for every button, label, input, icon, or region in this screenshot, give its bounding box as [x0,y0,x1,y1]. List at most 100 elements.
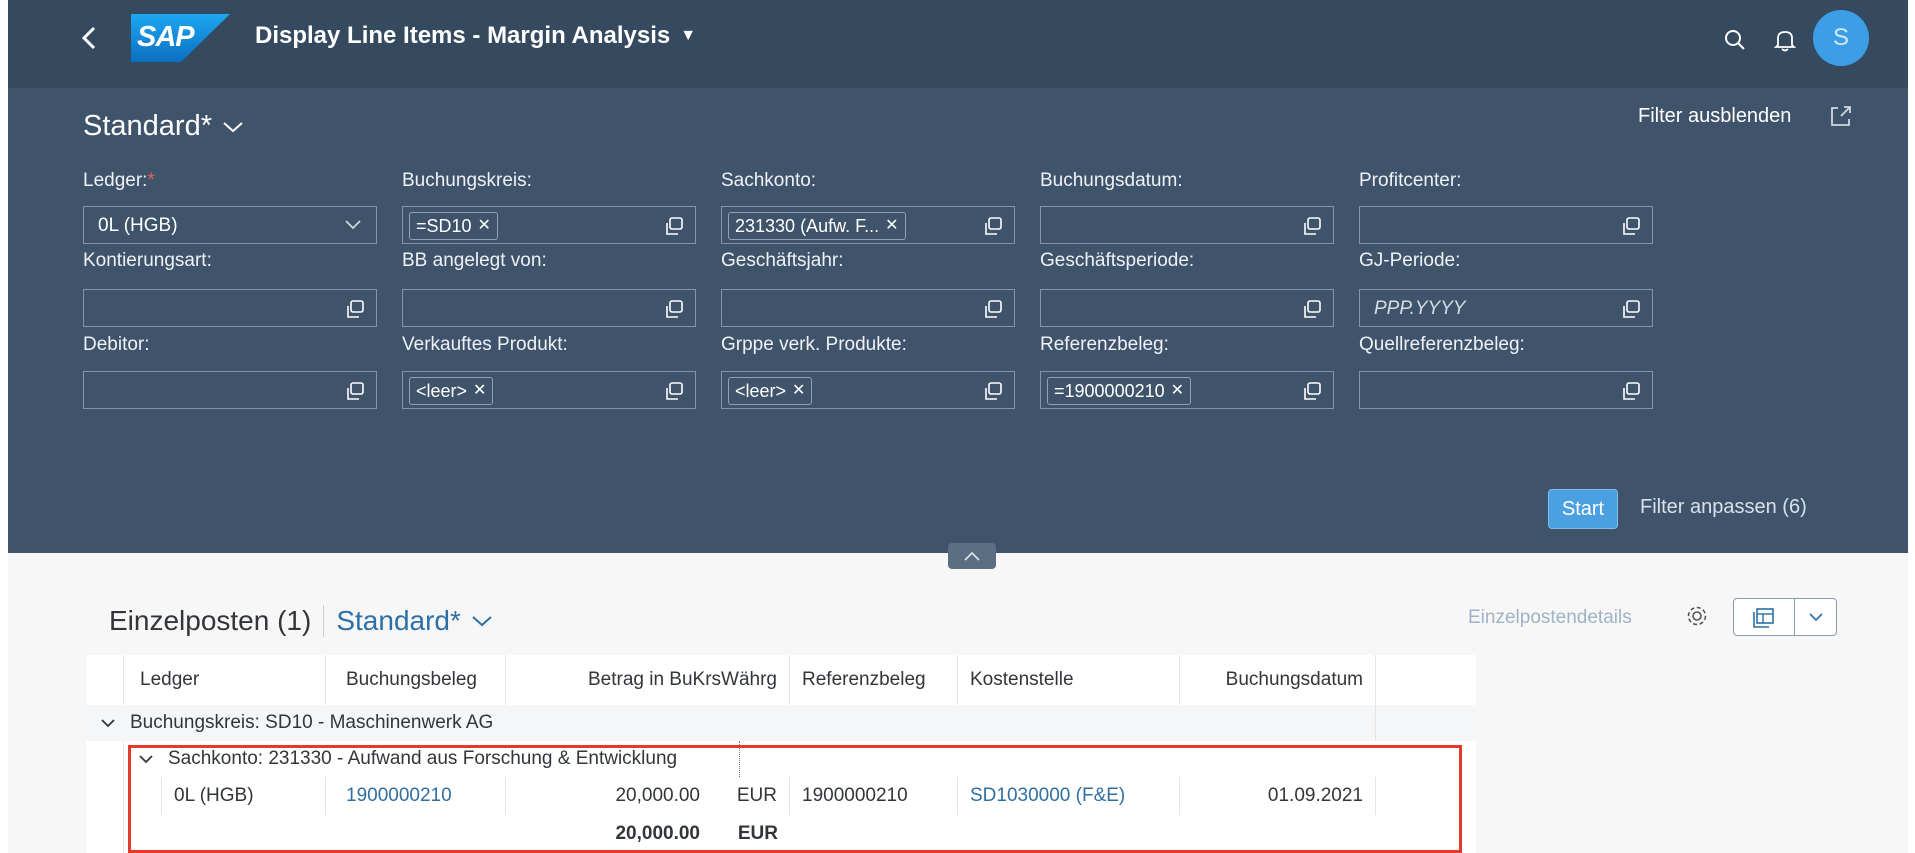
export-button[interactable] [1733,598,1837,636]
table-title: Einzelposten (1) [109,605,312,636]
grppe-verk-label: Grppe verk. Produkte: [721,334,907,355]
group-row-sachkonto[interactable]: Sachkonto: 231330 - Aufwand aus Forschun… [86,741,1476,778]
gj-periode-placeholder: PPP.YYYY [1374,298,1466,319]
verkauftes-produkt-label: Verkauftes Produkt: [402,334,568,355]
start-button[interactable]: Start [1548,489,1618,529]
debitor-input[interactable] [83,371,377,409]
ledger-value: 0L (HGB) [98,215,178,236]
value-help-icon[interactable] [663,380,685,402]
value-help-icon[interactable] [344,298,366,320]
sachkonto-input[interactable]: 231330 (Aufw. F... ✕ [721,206,1015,244]
close-icon[interactable]: ✕ [885,213,898,239]
profitcenter-input[interactable] [1359,206,1653,244]
value-help-icon[interactable] [1301,380,1323,402]
shell-bar: SAP Display Line Items - Margin Analysis… [8,0,1908,88]
ledger-select[interactable]: 0L (HGB) [83,206,377,244]
table-variant-selector[interactable]: Standard* [336,605,493,637]
hide-filter-button[interactable]: Filter ausblenden [1638,105,1791,128]
app-frame: SAP Display Line Items - Margin Analysis… [8,0,1908,853]
referenzbeleg-token[interactable]: =1900000210 ✕ [1047,377,1192,405]
variant-selector[interactable]: Standard* [83,110,244,143]
avatar[interactable]: S [1813,10,1869,66]
chevron-down-icon [344,214,362,239]
indent-cell [86,777,124,815]
geschaeftsjahr-input[interactable] [721,289,1015,327]
value-help-icon[interactable] [1620,298,1642,320]
notifications-button[interactable] [1765,20,1805,60]
close-icon[interactable]: ✕ [792,378,805,404]
column-header-buchungsbeleg[interactable]: Buchungsbeleg [326,655,506,705]
kontierungsart-label: Kontierungsart: [83,250,212,271]
value-help-icon[interactable] [982,298,1004,320]
value-help-icon[interactable] [1301,215,1323,237]
value-help-icon[interactable] [663,298,685,320]
quellreferenzbeleg-label: Quellreferenzbeleg: [1359,334,1525,355]
back-button[interactable] [70,18,110,58]
chevron-down-icon[interactable] [100,717,116,729]
column-header-buchungsdatum[interactable]: Buchungsdatum [1180,655,1376,705]
caret-down-icon: ▼ [680,27,697,44]
line-item-details-button[interactable]: Einzelpostendetails [1468,607,1632,629]
value-help-icon[interactable] [982,380,1004,402]
value-help-icon[interactable] [1301,298,1323,320]
ledger-label-text: Ledger: [83,170,148,191]
app-title: Display Line Items - Margin Analysis [255,22,671,49]
buchungskreis-input[interactable]: =SD10 ✕ [402,206,696,244]
total-waehrung: EUR [737,823,778,844]
bell-icon [1773,31,1797,52]
value-help-icon[interactable] [982,215,1004,237]
table-variant-name: Standard* [336,605,461,636]
cell-kostenstelle-link[interactable]: SD1030000 (F&E) [958,777,1180,815]
debitor-label: Debitor: [83,334,150,355]
close-icon[interactable]: ✕ [478,213,491,239]
profitcenter-label: Profitcenter: [1359,170,1462,191]
cell-buchungsbeleg-link[interactable]: 1900000210 [326,777,506,815]
share-button[interactable] [1828,103,1854,129]
close-icon[interactable]: ✕ [473,378,486,404]
table-row[interactable]: 0L (HGB) 1900000210 20,000.00 EUR 190000… [86,777,1476,816]
geschaeftsperiode-label: Geschäftsperiode: [1040,250,1195,271]
geschaeftsperiode-input[interactable] [1040,289,1334,327]
total-betrag: 20,000.00 [615,823,700,844]
verkauftes-produkt-input[interactable]: <leer> ✕ [402,371,696,409]
value-help-icon[interactable] [663,215,685,237]
search-button[interactable] [1715,20,1755,60]
token-text: <leer> [735,381,787,401]
chevron-down-icon[interactable] [1808,611,1824,623]
bb-angelegt-input[interactable] [402,289,696,327]
chevron-up-icon [964,551,980,561]
quellreferenzbeleg-input[interactable] [1359,371,1653,409]
referenzbeleg-input[interactable]: =1900000210 ✕ [1040,371,1334,409]
gj-periode-input[interactable]: PPP.YYYY [1359,289,1653,327]
app-title-menu[interactable]: Display Line Items - Margin Analysis ▼ [255,22,696,50]
collapse-header-button[interactable] [948,543,996,569]
value-help-icon[interactable] [1620,215,1642,237]
indent-cell [86,815,124,853]
column-header-betrag[interactable]: Betrag in BuKrsWährg [506,655,790,705]
table-title-bar: Einzelposten (1) Standard* [109,605,493,637]
column-header-referenzbeleg[interactable]: Referenzbeleg [790,655,958,705]
cell-buchungsdatum: 01.09.2021 [1180,777,1376,815]
value-help-icon[interactable] [344,380,366,402]
close-icon[interactable]: ✕ [1171,378,1184,404]
column-header-kostenstelle[interactable]: Kostenstelle [958,655,1180,705]
cell-ledger: 0L (HGB) [162,777,326,815]
sachkonto-token[interactable]: 231330 (Aufw. F... ✕ [728,212,906,240]
settings-button[interactable] [1684,603,1710,629]
column-header-ledger[interactable]: Ledger [124,655,326,705]
token-text: <leer> [416,381,468,401]
chevron-down-icon[interactable] [138,753,154,765]
value-help-icon[interactable] [1620,380,1642,402]
table-header-row: Ledger Buchungsbeleg Betrag in BuKrsWähr… [86,655,1476,706]
kontierungsart-input[interactable] [83,289,377,327]
group-label: Buchungskreis: SD10 - Maschinenwerk AG [130,712,494,733]
sap-logo[interactable]: SAP [131,14,230,62]
adapt-filters-button[interactable]: Filter anpassen (6) [1640,496,1807,519]
buchungsdatum-input[interactable] [1040,206,1334,244]
buchungskreis-token[interactable]: =SD10 ✕ [409,212,498,240]
group-row-buchungskreis[interactable]: Buchungskreis: SD10 - Maschinenwerk AG [86,705,1476,742]
grppe-verk-token[interactable]: <leer> ✕ [728,377,813,405]
verkauftes-produkt-token[interactable]: <leer> ✕ [409,377,494,405]
grppe-verk-input[interactable]: <leer> ✕ [721,371,1015,409]
indent-cell [124,777,162,815]
